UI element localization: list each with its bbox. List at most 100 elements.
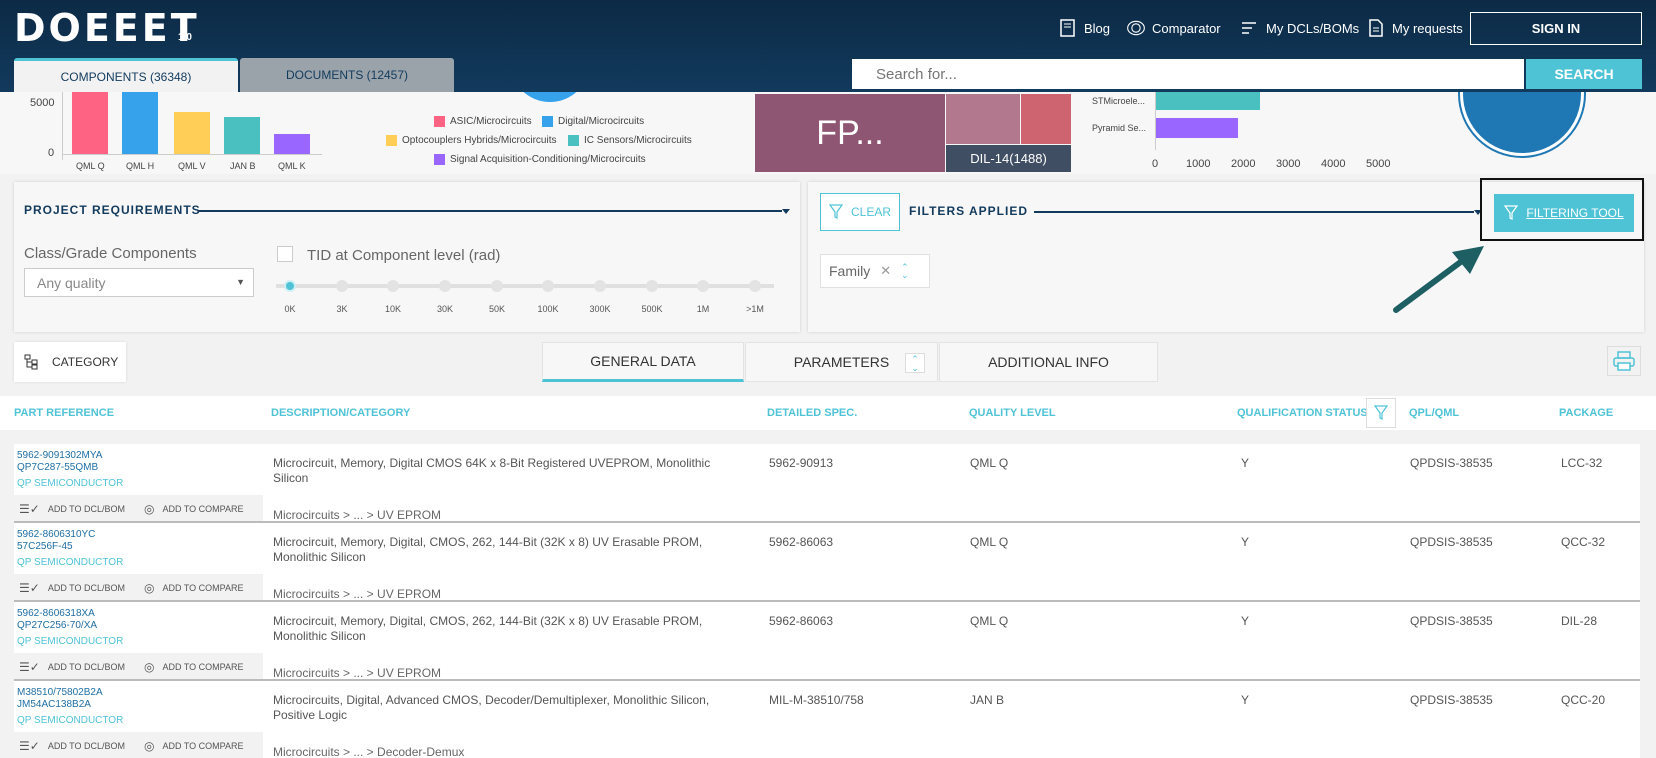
sign-in-button[interactable]: SIGN IN: [1470, 12, 1642, 45]
bar-qml-q[interactable]: [72, 92, 108, 154]
legend-asic[interactable]: ASIC/Microcircuits: [434, 116, 532, 127]
bar-jan-b[interactable]: [224, 117, 260, 154]
tab-components[interactable]: COMPONENTS (36348): [14, 58, 238, 92]
part-number-link[interactable]: M38510/75802B2A: [17, 687, 103, 698]
th-quality-level[interactable]: QUALITY LEVEL: [969, 407, 1056, 419]
treemap-dil14[interactable]: DIL-14(1488): [946, 145, 1071, 172]
th-qualification-status[interactable]: QUALIFICATION STATUS: [1237, 407, 1368, 419]
slider-label: 3K: [336, 304, 348, 314]
part-number-link[interactable]: JM54AC138B2A: [17, 699, 91, 710]
row-actions: ☰✓ ADD TO DCL/BOM ◎ ADD TO COMPARE: [14, 574, 263, 600]
description-cell: Microcircuit, Memory, Digital, CMOS, 262…: [273, 535, 703, 564]
slider-step[interactable]: [749, 280, 761, 292]
column-filter-button[interactable]: [1366, 398, 1396, 428]
bar-qml-h[interactable]: [122, 92, 158, 154]
slider-step[interactable]: [594, 280, 606, 292]
manufacturer-link[interactable]: QP SEMICONDUCTOR: [17, 715, 123, 726]
bar-qml-v[interactable]: [174, 112, 210, 154]
legend-digital[interactable]: Digital/Microcircuits: [542, 116, 644, 127]
category-breadcrumb[interactable]: Microcircuits > ... > UV EPROM: [273, 587, 441, 601]
add-to-dcl-label: ADD TO DCL/BOM: [47, 583, 125, 593]
manufacturer-link[interactable]: QP SEMICONDUCTOR: [17, 636, 123, 647]
sort-icon[interactable]: ⌃ ⌄: [905, 353, 925, 373]
th-part-reference[interactable]: PART REFERENCE: [14, 407, 114, 419]
th-description[interactable]: DESCRIPTION/CATEGORY: [271, 407, 410, 419]
add-to-dcl-button[interactable]: ☰✓ ADD TO DCL/BOM: [19, 581, 125, 595]
nav-requests[interactable]: My requests: [1366, 18, 1463, 38]
nav-blog-label: Blog: [1084, 20, 1111, 36]
nav-comparator[interactable]: Comparator: [1126, 18, 1221, 38]
tab-general-data[interactable]: GENERAL DATA: [542, 342, 744, 382]
slider-step[interactable]: [697, 280, 709, 292]
category-breadcrumb[interactable]: Microcircuits > ... > UV EPROM: [273, 508, 441, 522]
hbar-stm[interactable]: [1156, 92, 1260, 110]
tab-additional-info[interactable]: ADDITIONAL INFO: [939, 342, 1158, 382]
add-to-dcl-button[interactable]: ☰✓ ADD TO DCL/BOM: [19, 739, 125, 753]
hbar-pyramid[interactable]: [1156, 118, 1238, 138]
nav-blog[interactable]: Blog: [1058, 18, 1110, 38]
add-to-dcl-button[interactable]: ☰✓ ADD TO DCL/BOM: [19, 502, 125, 516]
category-breadcrumb[interactable]: Microcircuits > ... > Decoder-Demux: [273, 745, 464, 758]
part-number-link[interactable]: 5962-8606318XA: [17, 608, 95, 619]
manufacturer-link[interactable]: QP SEMICONDUCTOR: [17, 478, 123, 489]
site-logo[interactable]: DOEEET: [14, 6, 200, 50]
th-detailed-spec[interactable]: DETAILED SPEC.: [767, 407, 857, 419]
table-row[interactable]: M38510/75802B2A JM54AC138B2A QP SEMICOND…: [14, 681, 1640, 758]
add-to-compare-button[interactable]: ◎ ADD TO COMPARE: [144, 739, 244, 753]
part-number-link[interactable]: 57C256F-45: [17, 541, 73, 552]
add-to-dcl-label: ADD TO DCL/BOM: [47, 741, 125, 751]
table-row[interactable]: 5962-8606310YC 57C256F-45 QP SEMICONDUCT…: [14, 523, 1640, 602]
comparator-icon: ◎: [144, 739, 155, 753]
slider-step[interactable]: [439, 280, 451, 292]
legend-signal[interactable]: Signal Acquisition-Conditioning/Microcir…: [434, 154, 646, 165]
add-to-compare-button[interactable]: ◎ ADD TO COMPARE: [144, 660, 244, 674]
chevron-down-icon[interactable]: [782, 209, 790, 214]
close-icon[interactable]: ✕: [880, 263, 891, 279]
th-package[interactable]: PACKAGE: [1559, 407, 1613, 419]
treemap-fp[interactable]: FP...: [755, 94, 945, 172]
top-header: DOEEET 1.0 Blog Comparator My DCLs/BOMs …: [0, 0, 1656, 92]
description-cell: Microcircuit, Memory, Digital CMOS 64K x…: [273, 456, 711, 485]
tab-parameters[interactable]: PARAMETERS ⌃ ⌄: [745, 342, 938, 382]
part-number-link[interactable]: 5962-9091302MYA: [17, 450, 102, 461]
treemap-cell[interactable]: [1021, 94, 1071, 144]
part-number-link[interactable]: QP27C256-70/XA: [17, 620, 97, 631]
slider-step[interactable]: [387, 280, 399, 292]
filtering-tool-button[interactable]: FILTERING TOOL: [1494, 194, 1634, 232]
treemap-cell[interactable]: [946, 94, 1020, 144]
legend-opto[interactable]: Optocouplers Hybrids/Microcircuits: [386, 135, 557, 146]
add-to-compare-button[interactable]: ◎ ADD TO COMPARE: [144, 581, 244, 595]
slider-step[interactable]: [491, 280, 503, 292]
bar-qml-k[interactable]: [274, 134, 310, 154]
part-number-link[interactable]: QP7C287-55QMB: [17, 462, 98, 473]
part-number-link[interactable]: 5962-8606310YC: [17, 529, 95, 540]
slider-handle[interactable]: [284, 280, 296, 292]
donut-chart[interactable]: [1460, 92, 1584, 156]
legend-sensors[interactable]: IC Sensors/Microcircuits: [568, 135, 692, 146]
table-row[interactable]: 5962-9091302MYA QP7C287-55QMB QP SEMICON…: [14, 444, 1640, 523]
tab-documents[interactable]: DOCUMENTS (12457): [240, 58, 454, 92]
slider-step[interactable]: [542, 280, 554, 292]
filter-chip-family[interactable]: Family ✕ ⌃ ⌄: [820, 254, 930, 288]
print-button[interactable]: [1607, 346, 1641, 376]
search-input[interactable]: [852, 59, 1524, 89]
category-button[interactable]: CATEGORY: [14, 342, 126, 382]
logo-version: 1.0: [178, 32, 192, 43]
filter-icon: [1504, 205, 1519, 220]
th-qpl-qml[interactable]: QPL/QML: [1409, 407, 1459, 419]
quality-select[interactable]: Any quality ▼: [24, 268, 254, 297]
clear-filters-button[interactable]: CLEAR: [820, 193, 900, 231]
manufacturer-link[interactable]: QP SEMICONDUCTOR: [17, 557, 123, 568]
add-to-compare-button[interactable]: ◎ ADD TO COMPARE: [144, 502, 244, 516]
nav-dcls[interactable]: My DCLs/BOMs: [1240, 18, 1359, 38]
category-breadcrumb[interactable]: Microcircuits > ... > UV EPROM: [273, 666, 441, 680]
search-button[interactable]: SEARCH: [1526, 59, 1642, 89]
pie-slice[interactable]: [510, 92, 590, 102]
tid-checkbox[interactable]: [277, 246, 293, 262]
slider-step[interactable]: [336, 280, 348, 292]
slider-step[interactable]: [646, 280, 658, 292]
add-to-dcl-button[interactable]: ☰✓ ADD TO DCL/BOM: [19, 660, 125, 674]
spec-cell: 5962-86063: [769, 535, 834, 549]
sort-icon[interactable]: ⌃ ⌄: [901, 263, 909, 280]
table-row[interactable]: 5962-8606318XA QP27C256-70/XA QP SEMICON…: [14, 602, 1640, 681]
